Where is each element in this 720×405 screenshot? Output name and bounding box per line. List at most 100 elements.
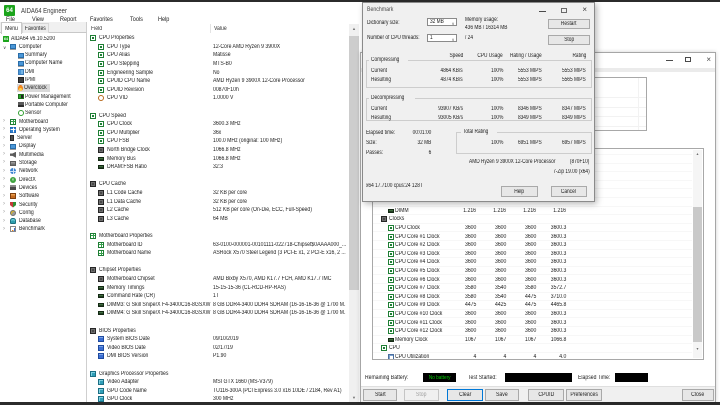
save-button[interactable]: Save (485, 389, 519, 401)
field-row-gpu-clock[interactable]: GPU Clock 300 MHz (87, 395, 349, 402)
stat-row-cpu-core-8-clock[interactable]: CPU Core #8 Clock 3580 3540 4475 3710.0 (373, 293, 692, 302)
stop-benchmark-button[interactable]: Stop (548, 34, 590, 45)
tab-favorites[interactable]: Favorites (22, 23, 49, 33)
chevron-right-icon[interactable]: › (3, 226, 5, 233)
dialog-close-icon[interactable]: × (582, 5, 587, 14)
tree-item-motherboard[interactable]: › Motherboard (0, 117, 86, 125)
main-scrollbar-thumb[interactable] (349, 36, 359, 290)
field-row-system-bios-date[interactable]: System BIOS Date 09/10/2019 (87, 335, 349, 344)
field-group-graphics-processor-properties[interactable]: Graphics Processor Properties (87, 369, 349, 378)
chevron-right-icon[interactable]: › (3, 168, 5, 175)
field-row-memory-bus[interactable]: Memory Bus 1066.8 MHz (87, 154, 349, 163)
field-row-cpu-type[interactable]: CPU Type 12-Core AMD Ryzen 9 3900X (87, 43, 349, 52)
help-button[interactable]: Help (501, 186, 538, 197)
field-row-motherboard-chipset[interactable]: Motherboard Chipset AMD Bixby X570, AMD K… (87, 275, 349, 284)
stability-scroll-down-icon[interactable]: ▼ (693, 345, 702, 353)
field-group-cpu-properties[interactable]: CPU Properties (87, 34, 349, 43)
menu-help[interactable]: Help (158, 16, 171, 23)
stat-row-cpu-core-4-clock[interactable]: CPU Core #4 Clock 3600 3600 3600 3600.3 (373, 258, 692, 267)
tree-item-display[interactable]: › Display (0, 142, 86, 150)
field-row-video-bios-date[interactable]: Video BIOS Date 02/17/19 (87, 344, 349, 353)
stat-row-cpu-core-5-clock[interactable]: CPU Core #5 Clock 3600 3600 3600 3600.3 (373, 267, 692, 276)
stability-maximize-icon[interactable] (685, 57, 691, 62)
field-row-dram-fsb-ratio[interactable]: DRAM:FSB Ratio 32:3 (87, 163, 349, 172)
tree-item-overclock[interactable]: Overclock (0, 84, 86, 93)
field-row-cpu-stepping[interactable]: CPU Stepping MTS-B0 (87, 60, 349, 69)
chevron-right-icon[interactable]: › (3, 193, 5, 200)
tree-item-storage[interactable]: › Storage (0, 159, 86, 167)
field-row-gpu-code-name[interactable]: GPU Code Name TU116-300A (PCI Express 3.0… (87, 387, 349, 396)
tree-item-portable-computer[interactable]: Portable Computer (0, 101, 86, 109)
tree-item-database[interactable]: › Database (0, 217, 86, 225)
column-header-value[interactable]: Value (214, 26, 229, 32)
column-header-field[interactable]: Field (91, 26, 104, 32)
stability-scrollbar[interactable]: ▲ ▼ (693, 150, 702, 358)
stability-close-icon[interactable]: × (706, 55, 711, 64)
stat-row-memory-clock[interactable]: Memory Clock 1067 1067 1067 1066.8 (373, 336, 692, 345)
scroll-up-icon[interactable]: ▲ (349, 24, 359, 33)
field-group-motherboard-properties[interactable]: Motherboard Properties (87, 232, 349, 241)
clear-button[interactable]: Clear (447, 389, 483, 401)
field-row-command-rate-cr-[interactable]: Command Rate (CR) 1T (87, 292, 349, 301)
field-row-motherboard-id[interactable]: Motherboard ID 63-0100-000001-00101111-02… (87, 240, 349, 249)
field-row-engineering-sample[interactable]: Engineering Sample No (87, 68, 349, 77)
tree-item-config[interactable]: › Config (0, 209, 86, 217)
stat-row-cpu-core-6-clock[interactable]: CPU Core #6 Clock 3600 3600 3600 3600.3 (373, 276, 692, 285)
tree-item-dmi[interactable]: DMI (0, 68, 86, 76)
preferences-button[interactable]: Preferences (566, 389, 602, 401)
stat-row-cpu-core-2-clock[interactable]: CPU Core #2 Clock 3600 3600 3600 3600.3 (373, 241, 692, 250)
field-group-cpu-speed[interactable]: CPU Speed (87, 111, 349, 120)
chevron-right-icon[interactable]: › (3, 159, 5, 166)
stability-minimize-icon[interactable] (666, 60, 673, 61)
menu-tools[interactable]: Tools (130, 16, 145, 23)
stat-row-cpu-core-3-clock[interactable]: CPU Core #3 Clock 3600 3600 3600 3600.3 (373, 250, 692, 259)
tree-item-devices[interactable]: › Devices (0, 184, 86, 192)
chevron-right-icon[interactable]: › (3, 118, 5, 125)
dictionary-size-select[interactable]: 32 MB ∨ (427, 17, 457, 26)
tree-item-ipmi[interactable]: IPMI (0, 76, 86, 84)
tree-item-computer-name[interactable]: Computer Name (0, 59, 86, 67)
stat-row-cpu-core-9-clock[interactable]: CPU Core #9 Clock 4475 4425 4475 4465.8 (373, 301, 692, 310)
field-row-l3-cache[interactable]: L3 Cache 64 MB (87, 215, 349, 224)
main-scrollbar[interactable]: ▲ ▼ (349, 24, 359, 402)
chevron-right-icon[interactable]: › (3, 218, 5, 225)
stability-scrollbar-thumb[interactable] (693, 207, 702, 342)
tab-menu[interactable]: Menu (1, 22, 22, 34)
field-row-dmi-bios-version[interactable]: DMI BIOS Version P1.90 (87, 352, 349, 361)
scroll-down-icon[interactable]: ▼ (349, 393, 359, 402)
field-row-l1-code-cache[interactable]: L1 Code Cache 32 KB per core (87, 189, 349, 198)
field-row-memory-timings[interactable]: Memory Timings 15-15-15-36 (CL-RCD-RP-RAS… (87, 283, 349, 292)
field-row-cpu-clock[interactable]: CPU Clock 3600.3 MHz (87, 120, 349, 129)
tree-item-operating-system[interactable]: › Operating System (0, 126, 86, 134)
field-row-l2-cache[interactable]: L2 Cache 512 KB per core (On-Die, ECC, Fu… (87, 206, 349, 215)
cpu-threads-select[interactable]: 1 ∨ (427, 33, 457, 42)
chevron-right-icon[interactable]: › (3, 135, 5, 142)
tree-item-server[interactable]: › Server (0, 134, 86, 142)
field-group-bios-properties[interactable]: BIOS Properties (87, 326, 349, 335)
tree-item-computer[interactable]: ∨ Computer (0, 43, 86, 51)
tree-item-directx[interactable]: › × DirectX (0, 176, 86, 184)
field-row-cpuid-revision[interactable]: CPUID Revision 00870F10h (87, 86, 349, 95)
stat-row-cpu-utilization[interactable]: CPU Utilization 4 4 4 4.0 (373, 353, 692, 359)
tree-item-power-management[interactable]: Power Management (0, 93, 86, 101)
field-group-cpu-cache[interactable]: CPU Cache (87, 180, 349, 189)
tree-item-benchmark[interactable]: › Benchmark (0, 225, 86, 233)
stability-scroll-up-icon[interactable]: ▲ (693, 150, 702, 158)
chevron-right-icon[interactable]: › (3, 126, 5, 133)
stat-row-clocks[interactable]: Clocks (373, 215, 692, 224)
dialog-maximize-icon[interactable] (561, 8, 567, 13)
restart-button[interactable]: Restart (548, 18, 590, 29)
chevron-right-icon[interactable]: › (3, 201, 5, 208)
stat-row-cpu-core-11-clock[interactable]: CPU Core #11 Clock 3600 3600 3600 3600.3 (373, 319, 692, 328)
dialog-minimize-icon[interactable] (539, 11, 546, 12)
tree-item-security[interactable]: › Security (0, 200, 86, 208)
chevron-right-icon[interactable]: › (3, 209, 5, 216)
tree-item-sensor[interactable]: Sensor (0, 109, 86, 117)
field-row-north-bridge-clock[interactable]: North Bridge Clock 1066.8 MHz (87, 146, 349, 155)
field-row-dimm3-g-skill-sniperx-f4-3400c16-8gsxw[interactable]: DIMM3: G Skill SniperX F4-3400C16-8GSXW 8… (87, 301, 349, 310)
stat-row-cpu-core-7-clock[interactable]: CPU Core #7 Clock 3580 3540 3580 3572.7 (373, 284, 692, 293)
field-group-chipset-properties[interactable]: Chipset Properties (87, 266, 349, 275)
chevron-right-icon[interactable]: › (3, 151, 5, 158)
tree-item-multimedia[interactable]: › Multimedia (0, 151, 86, 159)
stat-row-cpu-core-12-clock[interactable]: CPU Core #12 Clock 3600 3600 3600 3600.3 (373, 327, 692, 336)
